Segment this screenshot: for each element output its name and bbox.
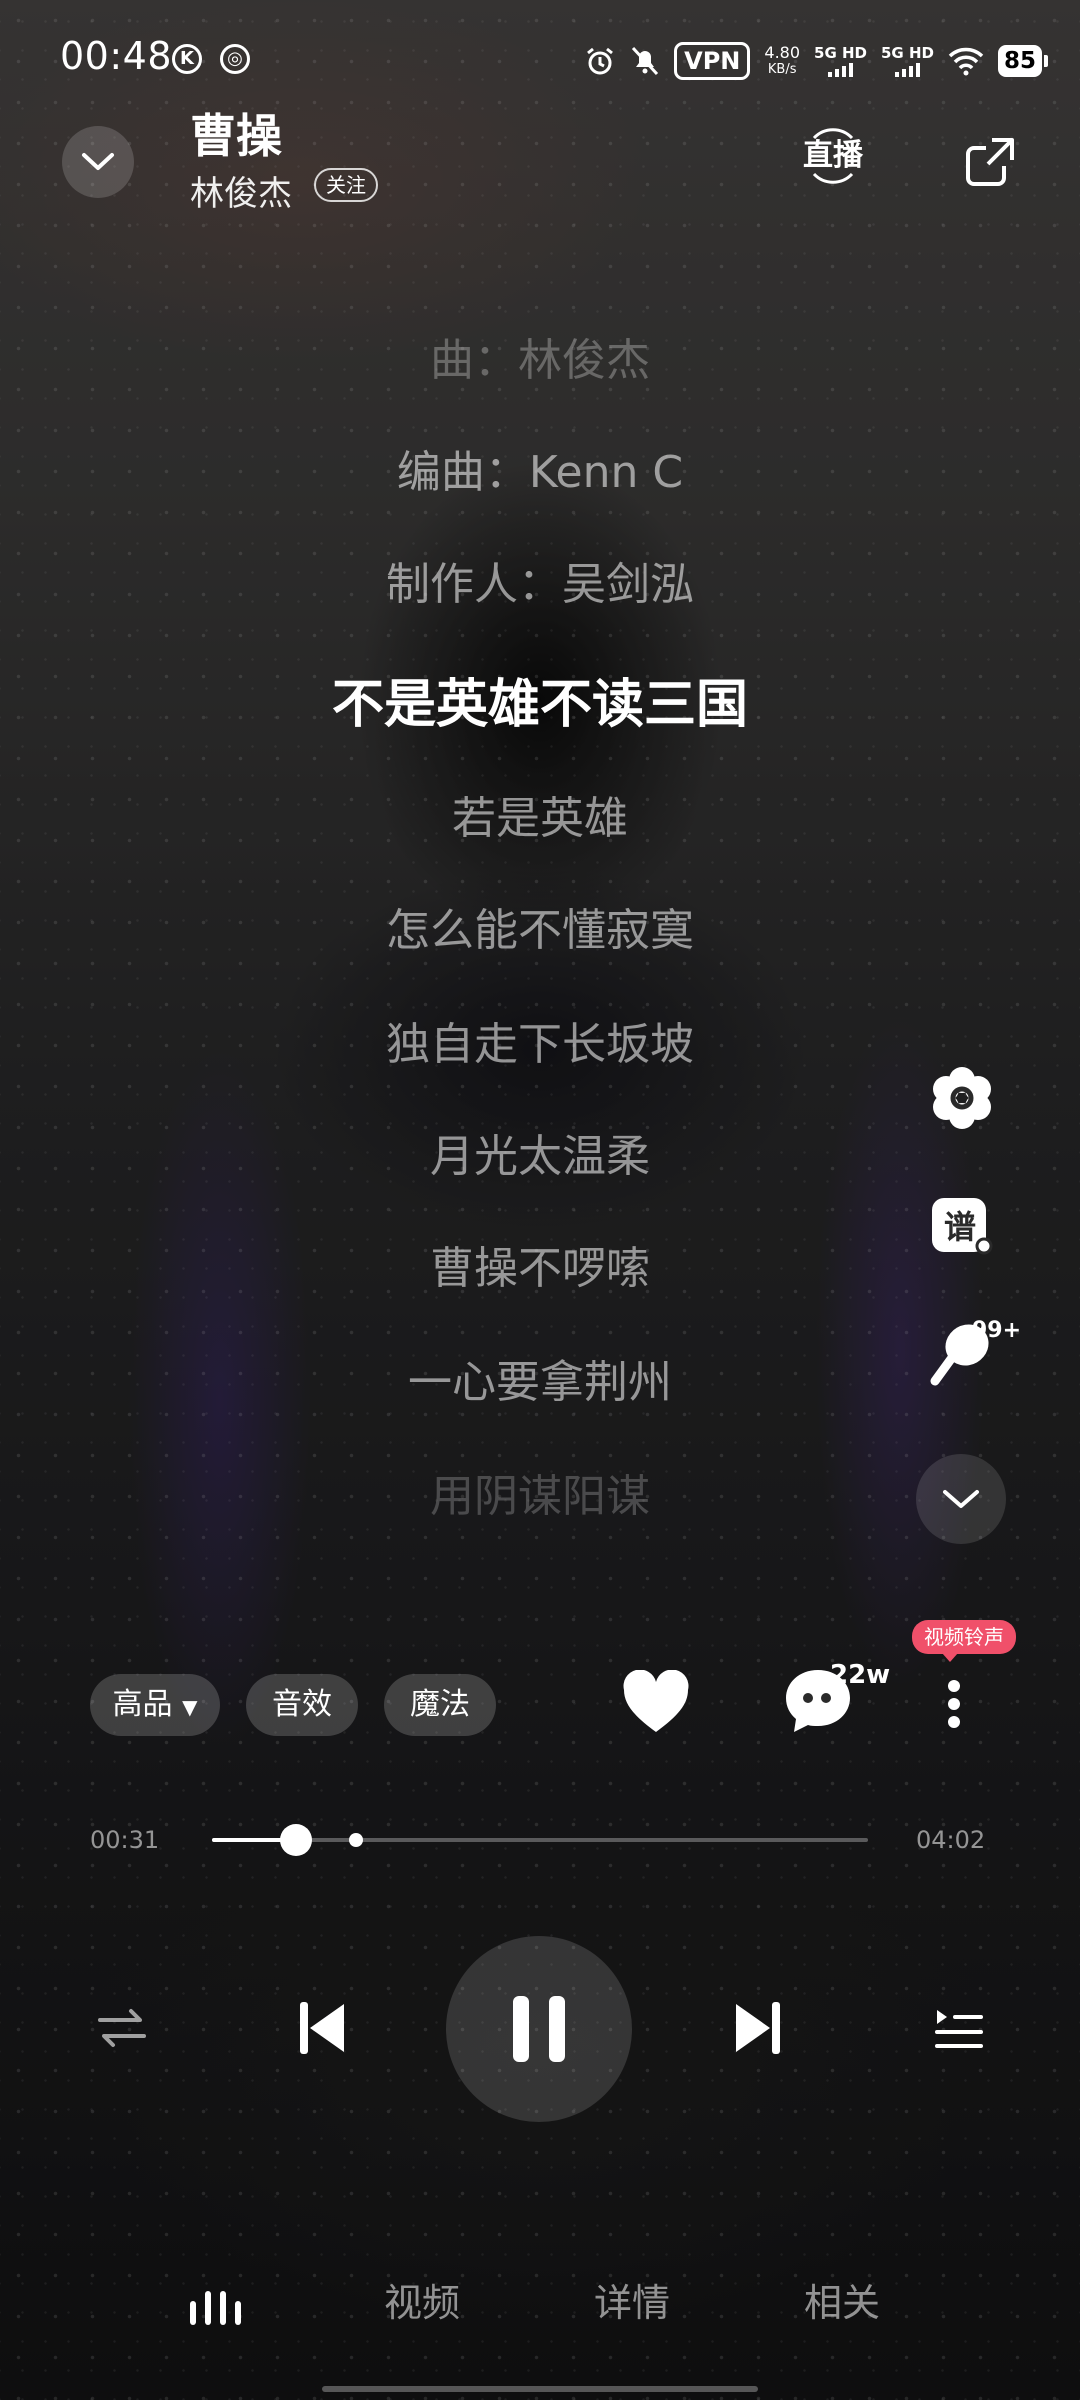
home-indicator[interactable] xyxy=(322,2386,758,2392)
live-button[interactable]: 直播 xyxy=(796,126,870,186)
heart-icon xyxy=(623,1669,689,1732)
pause-icon xyxy=(513,1996,565,2062)
playlist-button[interactable] xyxy=(926,1996,990,2060)
score-button[interactable]: 谱 xyxy=(926,1190,998,1262)
share-icon xyxy=(966,138,1014,186)
status-right-group: VPN 4.80 KB/s 5G HD 5G HD 85 xyxy=(584,38,1049,84)
sing-count-badge: 99+ xyxy=(972,1318,1022,1343)
collapse-player-button[interactable] xyxy=(62,126,134,198)
battery-indicator: 85 xyxy=(997,45,1049,77)
tab-lyrics[interactable] xyxy=(186,2282,246,2332)
progress-thumb[interactable] xyxy=(279,1824,312,1856)
live-ring-icon xyxy=(812,128,854,184)
like-button[interactable] xyxy=(620,1669,692,1736)
chevron-down-icon xyxy=(82,153,114,170)
tab-related[interactable]: 相关 xyxy=(804,2272,880,2327)
equalizer-bars-icon xyxy=(190,2291,241,2325)
signal-5g-1: 5G HD xyxy=(814,45,867,77)
magic-button[interactable]: 魔法 xyxy=(384,1674,496,1736)
status-time: 00:48 xyxy=(60,34,173,78)
chevron-down-icon xyxy=(943,1490,979,1508)
signal-5g-2: 5G HD xyxy=(881,45,934,77)
follow-button[interactable]: 关注 xyxy=(314,168,378,202)
next-button[interactable] xyxy=(726,1996,790,2060)
k-app-icon: K xyxy=(172,44,202,74)
total-time: 04:02 xyxy=(916,1826,986,1854)
vpn-badge: VPN xyxy=(674,42,751,80)
more-vertical-icon xyxy=(948,1680,960,1728)
current-time: 00:31 xyxy=(90,1826,160,1854)
comment-count: 22w xyxy=(830,1660,891,1690)
video-ringtone-badge[interactable]: 视频铃声 xyxy=(912,1620,1016,1662)
lyric-line[interactable]: 制作人：吴剑泓 xyxy=(0,548,1080,612)
song-title: 曹操 xyxy=(190,109,282,163)
settings-flower-button[interactable] xyxy=(926,1062,998,1134)
quality-label: 高品 xyxy=(112,1687,173,1722)
score-label: 谱 xyxy=(944,1208,977,1246)
lyric-line[interactable]: 一心要拿荆州 xyxy=(0,1346,1080,1410)
share-button[interactable] xyxy=(964,136,1016,188)
lyric-line[interactable]: 若是英雄 xyxy=(0,782,1080,846)
skip-next-icon xyxy=(736,2002,780,2054)
progress-slider[interactable] xyxy=(212,1824,868,1856)
caret-down-icon: ▼ xyxy=(182,1695,198,1719)
flower-settings-icon xyxy=(933,1067,991,1129)
lyric-line-active[interactable]: 不是英雄不读三国 xyxy=(0,662,1080,737)
skip-previous-icon xyxy=(300,2002,344,2054)
sound-effect-button[interactable]: 音效 xyxy=(246,1674,358,1736)
alarm-icon xyxy=(587,47,614,75)
tab-video[interactable]: 视频 xyxy=(384,2272,460,2327)
wifi-icon xyxy=(948,47,984,76)
playlist-icon xyxy=(935,2010,983,2048)
tab-detail[interactable]: 详情 xyxy=(594,2272,670,2327)
lyric-line[interactable]: 编曲：Kenn C xyxy=(0,436,1080,500)
more-options-button[interactable] xyxy=(940,1668,968,1740)
lyric-line[interactable]: 独自走下长坂坡 xyxy=(0,1008,1080,1072)
lyric-line[interactable]: 曹操不啰嗦 xyxy=(0,1232,1080,1296)
mute-bell-icon xyxy=(632,46,659,76)
play-mode-button[interactable] xyxy=(90,1996,154,2060)
location-ring-icon: ◎ xyxy=(220,44,250,74)
lyric-line[interactable]: 曲：林俊杰 xyxy=(0,324,1080,388)
network-speed: 4.80 KB/s xyxy=(764,43,801,77)
pause-button[interactable] xyxy=(446,1936,632,2122)
lyric-line[interactable]: 月光太温柔 xyxy=(0,1120,1080,1184)
artist-name[interactable]: 林俊杰 xyxy=(190,166,292,215)
quality-selector[interactable]: 高品 ▼ xyxy=(90,1674,220,1736)
previous-button[interactable] xyxy=(290,1996,354,2060)
collapse-tools-button[interactable] xyxy=(916,1454,1006,1544)
lyric-line[interactable]: 怎么能不懂寂寞 xyxy=(0,894,1080,958)
status-bar: 00:48 K ◎ VPN 4.80 KB/s 5G HD 5G HD 85 xyxy=(0,0,1080,118)
shuffle-order-icon xyxy=(98,2009,146,2047)
